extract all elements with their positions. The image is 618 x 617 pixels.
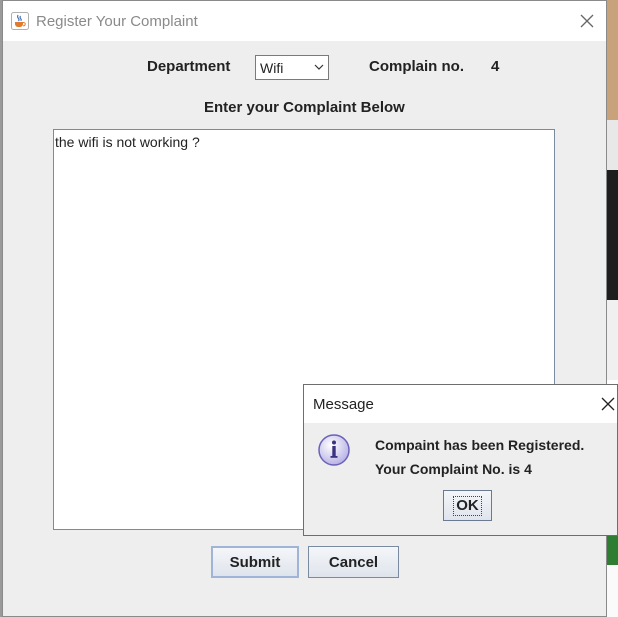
window-titlebar[interactable]: Register Your Complaint [3,1,606,41]
background-desktop-image [607,535,618,565]
dialog-message-line1: Compaint has been Registered. [375,437,585,453]
complain-no-value: 4 [491,58,500,75]
department-dropdown[interactable]: Wifi [255,55,329,80]
dialog-titlebar[interactable]: Message [304,385,617,423]
submit-button[interactable]: Submit [211,546,299,578]
complain-no-label: Complain no. [369,58,464,75]
background-desktop-image [607,0,618,120]
info-icon [318,434,350,466]
dialog-title: Message [313,396,374,413]
window-title: Register Your Complaint [36,13,198,30]
message-dialog: Message Compaint has been Registered. Yo… [303,384,618,536]
background-desktop-image [607,300,618,380]
department-value: Wifi [260,60,284,76]
java-cup-icon [11,12,29,30]
ok-button[interactable]: OK [443,490,492,521]
background-desktop-image [607,170,618,300]
ok-button-label: OK [453,495,482,516]
cancel-button[interactable]: Cancel [308,546,399,578]
department-label: Department [147,58,231,75]
background-desktop-image [607,565,618,617]
dialog-message-line2: Your Complaint No. is 4 [375,461,532,477]
close-icon[interactable] [600,396,616,412]
complaint-instruction-label: Enter your Complaint Below [204,99,405,116]
chevron-down-icon [314,64,324,70]
close-icon[interactable] [578,12,596,30]
background-desktop-image [607,120,618,170]
